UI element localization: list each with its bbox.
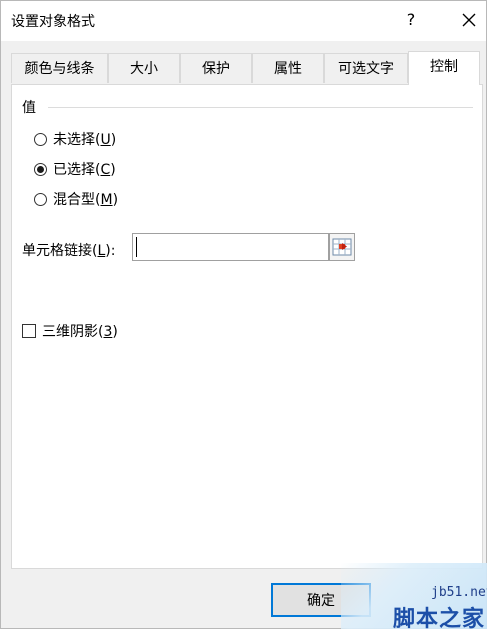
cell-link-label: 单元格链接(L): [22,243,116,259]
text-caret [136,237,137,257]
tab-protection[interactable]: 保护 [180,53,252,83]
site-watermark: jb51.net 脚本之家 [341,563,487,629]
value-group-label: 值 [22,100,36,116]
shading-checkbox[interactable] [22,324,36,338]
tab-alt-text[interactable]: 可选文字 [324,53,408,83]
title-bar: 设置对象格式 ? [1,1,486,41]
range-select-icon [332,238,352,256]
radio-checked-circle[interactable] [34,162,47,176]
radio-mixed[interactable]: 混合型(M) [34,189,118,209]
radio-unchecked[interactable]: 未选择(U) [34,129,116,149]
radio-checked[interactable]: 已选择(C) [34,159,116,179]
radio-unchecked-label: 未选择(U) [53,132,117,148]
dialog-title: 设置对象格式 [11,14,95,30]
group-divider [48,107,473,108]
control-panel: 值 未选择(U) 已选择(C) 混合型(M) 单元格链接(L): 三维阴影(3) [11,84,483,569]
close-icon [462,13,476,27]
tab-control[interactable]: 控制 [408,51,480,85]
tab-strip: 颜色与线条 大小 保护 属性 可选文字 控制 [11,51,481,85]
range-select-button[interactable] [329,233,355,261]
cell-link-input[interactable] [132,233,329,261]
tab-properties[interactable]: 属性 [252,53,324,83]
tab-size[interactable]: 大小 [108,53,180,83]
close-button[interactable] [457,8,481,32]
radio-mixed-circle[interactable] [34,192,47,206]
watermark-logo-text: 脚本之家 [393,606,486,629]
watermark-url: jb51.net [431,585,487,600]
radio-unchecked-circle[interactable] [34,132,47,146]
tab-colors-lines[interactable]: 颜色与线条 [11,53,108,83]
format-object-dialog: 设置对象格式 ? 颜色与线条 大小 保护 属性 可选文字 控制 值 未选择(U)… [0,0,487,629]
help-button[interactable]: ? [399,7,423,33]
shading-checkbox-row[interactable]: 三维阴影(3) [22,321,118,341]
shading-label: 三维阴影(3) [42,324,118,340]
radio-checked-label: 已选择(C) [53,162,116,178]
radio-mixed-label: 混合型(M) [53,192,119,208]
